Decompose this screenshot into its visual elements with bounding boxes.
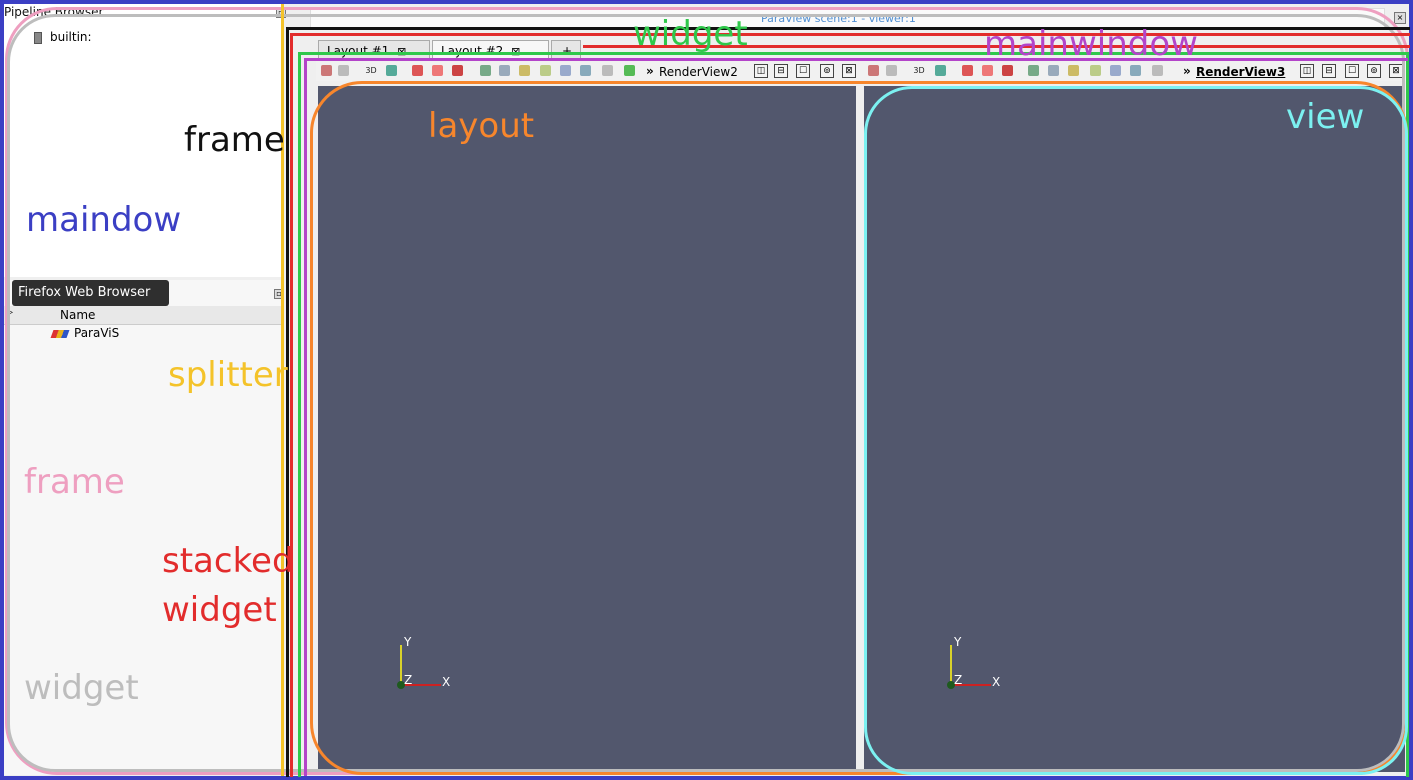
- y-axis-line: [950, 645, 952, 685]
- tab-label: Layout #1: [327, 44, 390, 58]
- restore-button[interactable]: ⊚: [1367, 64, 1381, 78]
- name-column-header[interactable]: Name: [60, 308, 95, 322]
- rotate-view-icon[interactable]: [1002, 65, 1013, 76]
- y-axis-label: Y: [404, 635, 412, 649]
- server-icon: [34, 32, 42, 44]
- annotation-layout: layout: [428, 106, 535, 146]
- pipeline-browser-title: Pipeline Browser: [4, 5, 104, 19]
- annotation-stacked: stacked: [162, 541, 294, 581]
- set-view-icon[interactable]: [432, 65, 443, 76]
- orientation-axes: Y Z X: [388, 631, 468, 701]
- viewer-title: ParaView scene:1 - viewer:1: [761, 12, 916, 25]
- add-tab-button[interactable]: +: [551, 40, 581, 62]
- tooltip-text: Firefox Web Browser: [18, 285, 151, 300]
- tab-layout-2[interactable]: Layout #2 ⊠: [432, 40, 549, 62]
- annotation-stacked-widget: widget: [162, 590, 277, 630]
- close-tab-icon[interactable]: ⊠: [511, 45, 520, 58]
- grow-selection-icon[interactable]: [1152, 65, 1163, 76]
- select-polygon-icon[interactable]: [1090, 65, 1101, 76]
- zoom-to-box-icon[interactable]: [480, 65, 491, 76]
- view-name-renderview2[interactable]: RenderView2: [659, 65, 738, 79]
- float-panel-button[interactable]: ▫: [276, 8, 286, 18]
- select-points-icon[interactable]: [868, 65, 879, 76]
- select-cells-icon[interactable]: [886, 65, 897, 76]
- z-axis-label: Z: [954, 673, 963, 687]
- camera-icon[interactable]: [386, 65, 397, 76]
- 3d-toggle-button[interactable]: 3D: [912, 65, 926, 76]
- tab-layout-1[interactable]: Layout #1 ⊠: [318, 40, 430, 62]
- close-viewer-icon[interactable]: ×: [1394, 12, 1406, 24]
- annotation-view: view: [1286, 97, 1365, 137]
- camera-icon[interactable]: [935, 65, 946, 76]
- annotation-widget-green: widget: [633, 14, 748, 54]
- select-frustum-icon[interactable]: [519, 65, 530, 76]
- y-axis-line: [400, 645, 402, 685]
- expand-icon[interactable]: ▹: [8, 307, 13, 318]
- annotation-splitter: splitter: [168, 355, 288, 395]
- annotation-frame-pink: frame: [24, 462, 125, 502]
- annotation-frame-black: frame: [184, 120, 285, 160]
- select-box-icon[interactable]: [1048, 65, 1059, 76]
- x-axis-label: X: [992, 675, 1001, 689]
- x-axis-label: X: [442, 675, 451, 689]
- annotation-widget-gray: widget: [24, 668, 139, 708]
- split-horizontal-button[interactable]: ◫: [1300, 64, 1314, 78]
- maximize-button[interactable]: ☐: [1345, 64, 1359, 78]
- z-axis-label: Z: [404, 673, 413, 687]
- set-view-icon[interactable]: [982, 65, 993, 76]
- clear-selection-icon[interactable]: [624, 65, 635, 76]
- restore-button[interactable]: ⊚: [820, 64, 834, 78]
- orientation-axes: Y Z X: [938, 631, 1018, 701]
- annotation-maindow: maindow: [26, 200, 182, 240]
- paravis-icon: [50, 330, 70, 338]
- y-axis-label: Y: [954, 635, 962, 649]
- split-vertical-button[interactable]: ⊟: [774, 64, 788, 78]
- tree-header: ▹ Name: [2, 306, 282, 325]
- 3d-toggle-button[interactable]: 3D: [364, 65, 378, 76]
- split-vertical-button[interactable]: ⊟: [1322, 64, 1336, 78]
- viewer-title-bar: ParaView scene:1 - viewer:1: [310, 8, 1385, 28]
- select-points-icon[interactable]: [321, 65, 332, 76]
- zoom-to-box-icon[interactable]: [1028, 65, 1039, 76]
- tab-label: Layout #2: [441, 44, 504, 58]
- select-polygon-icon[interactable]: [540, 65, 551, 76]
- reset-camera-icon[interactable]: [962, 65, 973, 76]
- rotate-view-icon[interactable]: [452, 65, 463, 76]
- interactive-select-icon[interactable]: [560, 65, 571, 76]
- maximize-button[interactable]: ☐: [796, 64, 810, 78]
- grow-selection-icon[interactable]: [602, 65, 613, 76]
- tree-item-label: ParaViS: [74, 326, 120, 340]
- more-tools-icon[interactable]: »: [1183, 64, 1191, 78]
- select-cells-icon[interactable]: [338, 65, 349, 76]
- select-frustum-icon[interactable]: [1068, 65, 1079, 76]
- more-tools-icon[interactable]: »: [646, 64, 654, 78]
- tooltip: Firefox Web Browser: [12, 280, 169, 306]
- split-horizontal-button[interactable]: ◫: [754, 64, 768, 78]
- view-name-renderview3[interactable]: RenderView3: [1196, 65, 1285, 79]
- pipeline-item-label: builtin:: [50, 30, 92, 44]
- reset-camera-icon[interactable]: [412, 65, 423, 76]
- hover-points-icon[interactable]: [580, 65, 591, 76]
- float-panel-button-2[interactable]: ▫: [274, 289, 284, 299]
- close-view-button[interactable]: ⊠: [842, 64, 856, 78]
- hover-points-icon[interactable]: [1130, 65, 1141, 76]
- select-box-icon[interactable]: [499, 65, 510, 76]
- close-tab-icon[interactable]: ⊠: [397, 45, 406, 58]
- annotation-mainwindow: mainwindow: [984, 24, 1198, 64]
- render-view-3[interactable]: Y Z X: [864, 86, 1405, 772]
- render-view-2[interactable]: Y Z X: [318, 86, 856, 772]
- interactive-select-icon[interactable]: [1110, 65, 1121, 76]
- close-view-button[interactable]: ⊠: [1389, 64, 1403, 78]
